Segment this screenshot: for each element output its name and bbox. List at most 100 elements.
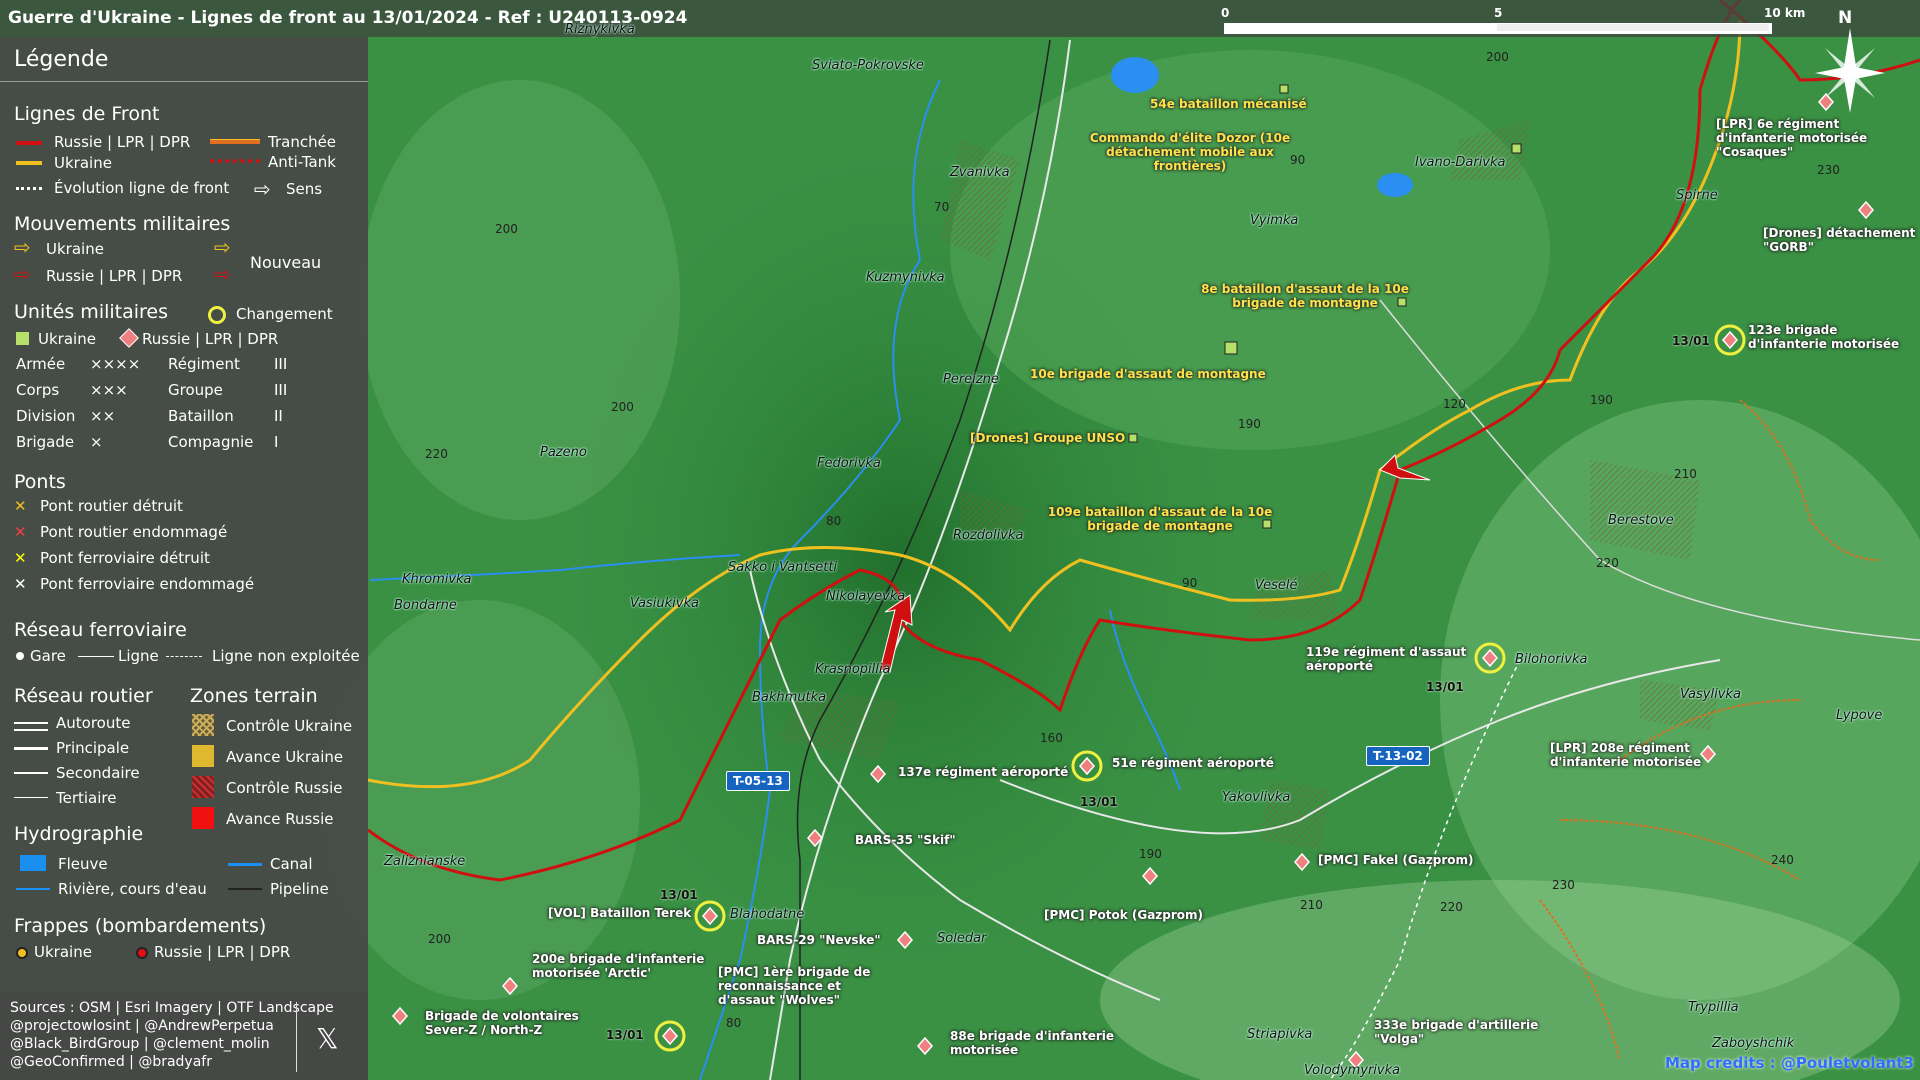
- legend-rail-non: Ligne non exploitée: [212, 647, 360, 665]
- legend-rail-gare: Gare: [30, 647, 66, 665]
- scale-bar: 0 5 10 km: [1221, 6, 1805, 38]
- legend-strikes-heading: Frappes (bombardements): [14, 915, 267, 937]
- antitank-swatch: [210, 159, 260, 163]
- ua-advance-swatch: [192, 745, 214, 767]
- ua-unit-label: Commando d'élite Dozor (10e détachement …: [1089, 131, 1291, 173]
- ru-unit-label: [LPR] 208e régiment d'infanterie motoris…: [1550, 741, 1702, 769]
- change-circle-icon: [208, 306, 226, 324]
- town-label: Sakko i Vantsetti: [728, 560, 838, 575]
- elevation-label: 200: [495, 222, 518, 236]
- ru-unit-label: 333e brigade d'artillerie "Volga": [1374, 1018, 1539, 1046]
- legend-strikes-ru: Russie | LPR | DPR: [154, 943, 291, 961]
- change-date-label: 13/01: [1080, 795, 1118, 809]
- source-line-4: @GeoConfirmed | @bradyafr: [10, 1054, 212, 1070]
- bridge-item-2: Pont routier endommagé: [40, 523, 228, 541]
- legend-units-ru: Russie | LPR | DPR: [142, 330, 279, 348]
- rail-bridge-damaged-icon: ✕: [14, 575, 27, 593]
- bridge-item-3: Pont ferroviaire détruit: [40, 549, 210, 567]
- map-credit: Map credits : @Pouletvolant3: [1665, 1054, 1914, 1072]
- town-label: Trypillia: [1688, 1000, 1739, 1015]
- elevation-label: 230: [1552, 878, 1575, 892]
- source-line-1: Sources : OSM | Esri Imagery | OTF Lands…: [10, 1000, 334, 1016]
- pipeline-swatch: [228, 888, 262, 890]
- trench-swatch: [210, 139, 260, 144]
- echelon-cell: ×××: [90, 381, 128, 399]
- echelon-cell: Armée: [16, 355, 66, 373]
- town-label: Khromivka: [402, 572, 472, 587]
- elevation-label: 70: [934, 200, 950, 214]
- rail-line-swatch: [78, 656, 114, 657]
- road-bridge-destroyed-icon: ✕: [14, 497, 27, 515]
- ru-unit-label: [LPR] 6e régiment d'infanterie motorisée…: [1716, 117, 1868, 159]
- ru-line-swatch: [16, 141, 42, 145]
- scale-label-5: 5: [1494, 6, 1503, 20]
- elevation-label: 80: [826, 514, 842, 528]
- ua-unit-label: 54e bataillon mécanisé: [1150, 97, 1307, 111]
- legend-front-heading: Lignes de Front: [14, 103, 160, 125]
- town-label: Yakovlivka: [1222, 790, 1291, 805]
- ua-move-arrow-icon: ⇨: [14, 235, 31, 259]
- ua-unit-label: [Drones] Groupe UNSO: [970, 431, 1126, 445]
- town-label: Spirne: [1676, 188, 1718, 203]
- town-label: Fedorivka: [817, 456, 881, 471]
- legend-hydro-riviere: Rivière, cours d'eau: [58, 880, 207, 898]
- elevation-label: 190: [1590, 393, 1613, 407]
- change-date-label: 13/01: [660, 888, 698, 902]
- elevation-label: 200: [428, 932, 451, 946]
- legend-units-ua: Ukraine: [38, 330, 96, 348]
- zone-item-1: Contrôle Ukraine: [226, 717, 353, 735]
- town-label: Riznykivka: [565, 22, 635, 37]
- legend-panel: Légende Lignes de Front Russie | LPR | D…: [0, 37, 368, 1080]
- elevation-label: 90: [1182, 576, 1198, 590]
- town-label: Vasylivka: [1680, 687, 1741, 702]
- town-label: Rozdolivka: [953, 528, 1024, 543]
- tertiary-road-swatch: [14, 797, 48, 798]
- ru-unit-label: [PMC] 1ère brigade de reconnaissance et …: [718, 965, 871, 1007]
- change-date-label: 13/01: [1672, 334, 1710, 348]
- elevation-label: 210: [1674, 467, 1697, 481]
- legend-hydro-heading: Hydrographie: [14, 823, 144, 845]
- elevation-label: 220: [1596, 556, 1619, 570]
- ru-unit-label: [PMC] Potok (Gazprom): [1044, 908, 1204, 922]
- legend-zones-heading: Zones terrain: [190, 685, 318, 707]
- town-label: Sviato-Pokrovske: [812, 58, 924, 73]
- town-label: Lypove: [1836, 708, 1883, 723]
- main-road-swatch: [14, 747, 48, 750]
- ru-unit-label: 137e régiment aéroporté: [898, 765, 1069, 779]
- legend-heading: Légende: [14, 47, 109, 72]
- evo-line-swatch: [16, 187, 42, 190]
- legend-hydro-pipeline: Pipeline: [270, 880, 329, 898]
- legend-moves-heading: Mouvements militaires: [14, 213, 231, 235]
- road-item-2: Principale: [56, 739, 130, 757]
- town-label: Veselé: [1255, 578, 1298, 593]
- elevation-label: 200: [1486, 50, 1509, 64]
- sens-arrow-icon: ⇨: [254, 177, 271, 201]
- town-label: Blahodatne: [730, 907, 805, 922]
- ru-new-arrow-icon: ⇨: [214, 262, 231, 286]
- ru-unit-label: 88e brigade d'infanterie motorisée: [950, 1029, 1115, 1057]
- scale-label-0: 0: [1221, 6, 1230, 20]
- legend-rail-heading: Réseau ferroviaire: [14, 619, 187, 641]
- elevation-label: 190: [1139, 847, 1162, 861]
- x-logo-icon[interactable]: 𝕏: [316, 1022, 339, 1055]
- elevation-label: 200: [611, 400, 634, 414]
- bridge-item-4: Pont ferroviaire endommagé: [40, 575, 255, 593]
- echelon-cell: III: [274, 381, 288, 399]
- ru-unit-icon: [119, 328, 139, 348]
- echelon-cell: I: [274, 433, 279, 451]
- echelon-cell: Brigade: [16, 433, 75, 451]
- ua-new-arrow-icon: ⇨: [214, 235, 231, 259]
- town-label: Soledar: [937, 931, 987, 946]
- echelon-cell: ××: [90, 407, 116, 425]
- legend-sens: Sens: [286, 180, 323, 198]
- legend-front-ua: Ukraine: [54, 154, 112, 172]
- source-line-2: @projectowlosint | @AndrewPerpetua: [10, 1018, 274, 1034]
- zone-item-4: Avance Russie: [226, 810, 334, 828]
- echelon-cell: Régiment: [168, 355, 240, 373]
- station-icon: [16, 652, 24, 660]
- ru-unit-label: BARS-35 "Skif": [855, 833, 956, 847]
- legend-bridges-heading: Ponts: [14, 471, 66, 493]
- road-bridge-damaged-icon: ✕: [14, 523, 27, 541]
- ru-move-arrow-icon: ⇨: [14, 262, 31, 286]
- legend-hydro-canal: Canal: [270, 855, 313, 873]
